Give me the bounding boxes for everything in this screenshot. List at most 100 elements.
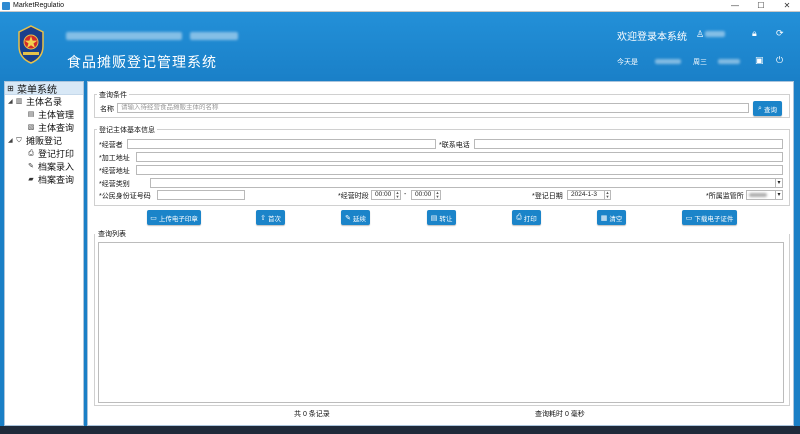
operator-input[interactable] [127, 139, 436, 149]
sidebar-item-label: 登记打印 [38, 149, 75, 159]
query-group-title: 查询条件 [97, 90, 129, 100]
today-label: 今天是 [617, 59, 638, 66]
sidebar-item-print[interactable]: ⎙ 登记打印 [5, 147, 83, 160]
search-button[interactable]: ⌕ 查询 [753, 101, 782, 116]
sidebar-item-entity-query[interactable]: ▧ 主体查询 [5, 121, 83, 134]
processing-address-label: *加工地址 [99, 155, 130, 162]
category-label: *经营类别 [99, 181, 130, 188]
upload-seal-label: 上传电子印章 [158, 215, 198, 223]
building-icon: ▥ [15, 97, 23, 105]
menu-root[interactable]: ⊞ 菜单系统 [5, 82, 83, 96]
phone-label: *联系电话 [439, 142, 470, 149]
station-label: *所属监管所 [706, 193, 744, 200]
renew-label: 延续 [352, 215, 366, 223]
id-number-label: *公民身份证号码 [99, 193, 151, 200]
query-elapsed-text: 查询耗时 0 毫秒 [535, 411, 585, 418]
blurred-org-name [66, 32, 182, 40]
hours-separator: - [404, 191, 407, 198]
sidebar-item-label: 档案录入 [38, 162, 75, 172]
reg-date-value: 2024-1-3 [571, 191, 598, 198]
business-address-label: *经营地址 [99, 168, 130, 175]
first-register-button[interactable]: ⇧ 首次 [256, 210, 285, 225]
taskbar [0, 426, 800, 434]
main-panel: 查询条件 名称 请输入待经营食品摊贩主体的名称 ⌕ 查询 登记主体基本信息 *经… [87, 81, 794, 426]
search-list-icon: ▧ [27, 123, 35, 131]
minimize-button[interactable]: — [722, 0, 748, 12]
app-header: 食品摊贩登记管理系统 欢迎登录本系统 ♙ 🔒︎ ⟳ 今天是 周三 ▣ ⏻ [0, 12, 800, 80]
blurred-org-name-2 [190, 32, 238, 40]
collapse-icon[interactable]: ◢ [8, 98, 15, 105]
operator-label: *经营者 [99, 142, 123, 149]
table-icon: ▤ [27, 110, 35, 118]
hours-label: *经营时段 [338, 193, 369, 200]
close-button[interactable]: ✕ [774, 0, 800, 12]
blurred-username [705, 31, 725, 37]
document-icon: ▤ [430, 214, 438, 222]
spinner-icon[interactable]: ▲ ▼ [434, 191, 440, 199]
id-card-icon: ▭ [685, 214, 693, 222]
sidebar-item-entity-manage[interactable]: ▤ 主体管理 [5, 108, 83, 121]
category-select[interactable]: ▾ [150, 178, 783, 188]
renew-button[interactable]: ✎ 延续 [341, 210, 370, 225]
spinner-icon[interactable]: ▲ ▼ [604, 191, 610, 199]
chevron-down-icon: ▾ [775, 179, 782, 187]
printer-icon: ⎙ [28, 149, 34, 157]
download-certificate-button[interactable]: ▭ 下载电子证件 [682, 210, 737, 225]
sidebar-item-archive-entry[interactable]: ✎ 档案录入 [5, 160, 83, 173]
edit-icon: ✎ [345, 214, 351, 222]
chevron-down-icon: ▾ [775, 191, 782, 199]
menu-grid-icon: ⊞ [7, 83, 14, 93]
name-search-input[interactable]: 请输入待经营食品摊贩主体的名称 [117, 103, 749, 113]
print-label: 打印 [523, 215, 537, 223]
name-label: 名称 [100, 106, 114, 113]
app-icon [2, 1, 10, 10]
hours-start-value: 00:00 [375, 191, 392, 198]
collapse-icon[interactable]: ◢ [8, 137, 15, 144]
window-titlebar: MarketRegulatio — ☐ ✕ [0, 0, 800, 12]
refresh-icon[interactable]: ⟳ [776, 28, 784, 39]
phone-input[interactable] [474, 139, 783, 149]
edit-icon: ✎ [28, 162, 34, 170]
user-icon: ♙ [696, 29, 705, 39]
power-icon[interactable]: ⏻ [776, 55, 783, 66]
station-select[interactable]: ▾ [746, 190, 783, 200]
hours-start-input[interactable]: 00:00 ▲ ▼ [371, 190, 401, 200]
business-address-input[interactable] [136, 165, 783, 175]
clear-button[interactable]: ▦ 清空 [597, 210, 626, 225]
sidebar-group-label: 摊贩登记 [26, 136, 63, 146]
search-button-label: 查询 [763, 106, 777, 114]
menu-sidebar: ⊞ 菜单系统 ◢ ▥ 主体名录 ▤ 主体管理 ▧ 主体查询 ◢ ⛉ 摊贩登记 ⎙… [4, 81, 84, 426]
system-title: 食品摊贩登记管理系统 [67, 54, 217, 70]
sidebar-group-label: 主体名录 [26, 97, 63, 107]
sidebar-group-vendor[interactable]: ◢ ⛉ 摊贩登记 [5, 134, 83, 147]
hours-end-input[interactable]: 00:00 ▲ ▼ [411, 190, 441, 200]
hours-end-value: 00:00 [415, 191, 432, 198]
trash-icon: ▦ [600, 214, 608, 222]
shield-icon: ⛉ [16, 136, 22, 144]
maximize-button[interactable]: ☐ [748, 0, 774, 12]
reg-date-label: *登记日期 [532, 193, 563, 200]
sidebar-group-entity[interactable]: ◢ ▥ 主体名录 [5, 95, 83, 108]
upload-seal-button[interactable]: ▭ 上传电子印章 [147, 210, 201, 225]
printer-icon: ⎙ [516, 213, 522, 221]
processing-address-input[interactable] [136, 152, 783, 162]
save-icon[interactable]: ▣ [755, 55, 764, 66]
transfer-button[interactable]: ▤ 转让 [427, 210, 456, 225]
info-group-title: 登记主体基本信息 [97, 125, 157, 135]
sidebar-item-label: 主体查询 [38, 123, 75, 133]
emblem-icon [18, 25, 44, 64]
total-records-text: 共 0 条记录 [294, 411, 330, 418]
sidebar-item-label: 档案查询 [38, 175, 75, 185]
lock-icon[interactable]: 🔒︎ [752, 28, 757, 39]
clear-label: 清空 [609, 215, 623, 223]
reg-date-input[interactable]: 2024-1-3 ▲ ▼ [567, 190, 611, 200]
search-icon: ⌕ [758, 104, 762, 112]
results-list[interactable] [98, 242, 784, 403]
sidebar-item-label: 主体管理 [38, 110, 75, 120]
window-controls: — ☐ ✕ [722, 0, 800, 12]
sidebar-item-archive-query[interactable]: ▰ 档案查询 [5, 173, 83, 186]
print-button[interactable]: ⎙ 打印 [512, 210, 541, 225]
spinner-icon[interactable]: ▲ ▼ [394, 191, 400, 199]
id-number-input[interactable] [157, 190, 245, 200]
weekday-text: 周三 [693, 59, 707, 66]
